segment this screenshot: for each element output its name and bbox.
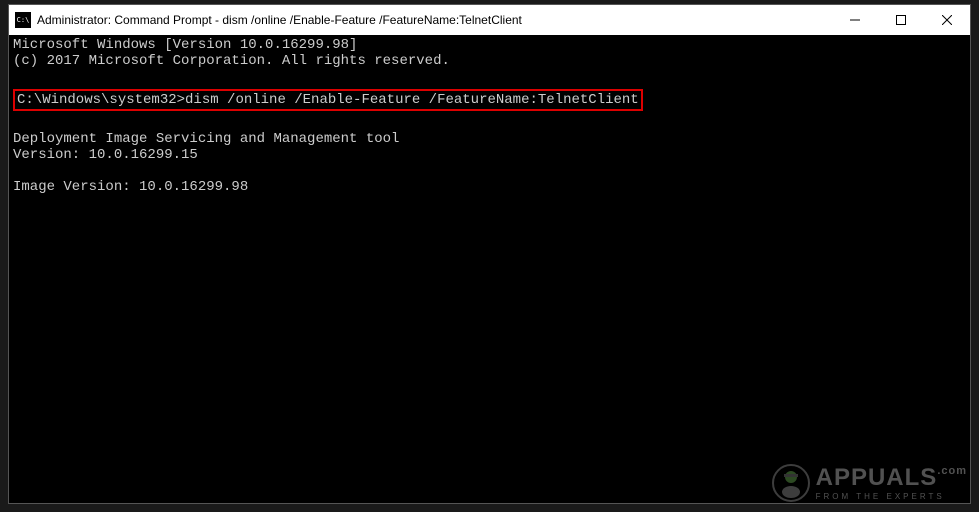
brand-suffix: .com: [937, 465, 967, 477]
cmd-icon: [15, 12, 31, 28]
command-prompt-window: Administrator: Command Prompt - dism /on…: [8, 4, 971, 504]
watermark: APPUALS.com FROM THE EXPERTS: [770, 462, 967, 504]
terminal-output: Microsoft Windows [Version 10.0.16299.98…: [13, 37, 966, 53]
prompt-text: C:\Windows\system32>: [17, 92, 185, 108]
terminal-body[interactable]: Microsoft Windows [Version 10.0.16299.98…: [9, 35, 970, 198]
titlebar[interactable]: Administrator: Command Prompt - dism /on…: [9, 5, 970, 35]
minimize-icon: [850, 15, 860, 25]
appuals-logo-icon: [770, 462, 812, 504]
terminal-output: Image Version: 10.0.16299.98: [13, 179, 966, 195]
maximize-icon: [896, 15, 906, 25]
blank-line: [13, 115, 966, 131]
close-button[interactable]: [924, 5, 970, 35]
watermark-tagline: FROM THE EXPERTS: [816, 492, 967, 501]
blank-line: [13, 163, 966, 179]
terminal-output: (c) 2017 Microsoft Corporation. All righ…: [13, 53, 966, 69]
watermark-brand: APPUALS.com: [816, 466, 967, 490]
terminal-output: Deployment Image Servicing and Managemen…: [13, 131, 966, 147]
command-text: dism /online /Enable-Feature /FeatureNam…: [185, 92, 639, 108]
watermark-text: APPUALS.com FROM THE EXPERTS: [816, 466, 967, 501]
close-icon: [942, 15, 952, 25]
minimize-button[interactable]: [832, 5, 878, 35]
blank-line: [13, 69, 966, 85]
highlighted-command: C:\Windows\system32>dism /online /Enable…: [13, 89, 643, 111]
window-title: Administrator: Command Prompt - dism /on…: [37, 13, 832, 27]
window-controls: [832, 5, 970, 35]
terminal-output: Version: 10.0.16299.15: [13, 147, 966, 163]
maximize-button[interactable]: [878, 5, 924, 35]
brand-name: APPUALS: [816, 464, 938, 491]
